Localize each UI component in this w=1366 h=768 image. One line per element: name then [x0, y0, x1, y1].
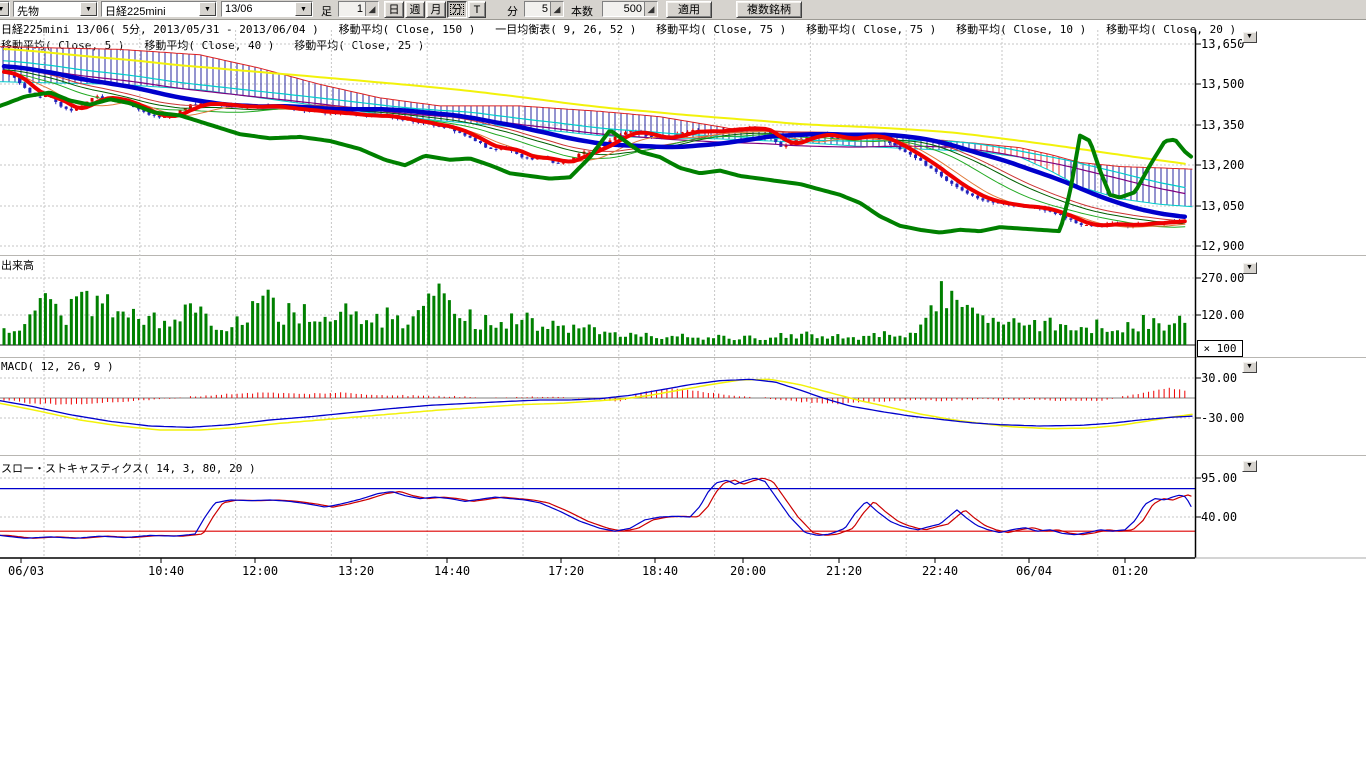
stochastics-panel	[0, 478, 1195, 538]
price-panel	[0, 47, 1192, 233]
axis-value-label: 13,650	[1201, 37, 1244, 51]
macd-panel-label: MACD( 12, 26, 9 )	[1, 360, 114, 373]
gridlines	[0, 30, 1195, 558]
volume-panel	[0, 281, 1195, 345]
macd-panel	[0, 379, 1195, 430]
time-tick-label: 12:00	[242, 564, 278, 578]
period-minute-button[interactable]: 分	[447, 1, 467, 18]
spin-icon[interactable]: ◢	[550, 2, 563, 16]
volume-multiplier-box: × 100	[1197, 340, 1243, 357]
axis-value-label: 12,900	[1201, 239, 1244, 253]
instrument-type-value: 先物	[14, 2, 80, 16]
period-month-button[interactable]: 月	[426, 1, 446, 18]
toolbar: ▼ 先物 ▼ 日経225mini ▼ 13/06 ▼ 足 1 ◢ 日 週 月 分…	[0, 0, 1366, 20]
bar-unit-spinner[interactable]: 1 ◢	[338, 1, 379, 17]
spin-icon[interactable]: ◢	[644, 2, 657, 16]
macd-pane-scroll-button[interactable]: ▼	[1242, 361, 1257, 373]
chart-legend-line1: 日経225mini 13/06( 5分, 2013/05/31 - 2013/0…	[1, 21, 1236, 37]
time-tick-label: 06/03	[8, 564, 44, 578]
symbol-value: 日経225mini	[102, 2, 199, 16]
time-tick-label: 01:20	[1112, 564, 1148, 578]
offscreen-combo-stub[interactable]: ▼	[0, 1, 10, 17]
time-tick-label: 10:40	[148, 564, 184, 578]
bar-count-label: 本数	[571, 3, 593, 19]
time-tick-label: 13:20	[338, 564, 374, 578]
chart-canvas	[0, 0, 1366, 768]
symbol-combo[interactable]: 日経225mini ▼	[101, 1, 217, 17]
bar-type-label: 足	[321, 3, 332, 19]
apply-button[interactable]: 適用	[666, 1, 712, 18]
minute-spinner[interactable]: 5 ◢	[524, 1, 564, 17]
axis-value-label: -30.00	[1201, 411, 1244, 425]
bar-count-spinner[interactable]: 500 ◢	[602, 1, 658, 17]
volume-pane-scroll-button[interactable]: ▼	[1242, 262, 1257, 274]
time-tick-label: 21:20	[826, 564, 862, 578]
time-tick-label: 22:40	[922, 564, 958, 578]
period-day-button[interactable]: 日	[384, 1, 404, 18]
axis-value-label: 13,350	[1201, 118, 1244, 132]
contract-month-value: 13/06	[222, 2, 295, 16]
period-tick-button[interactable]: T	[468, 1, 486, 18]
axis-value-label: 13,050	[1201, 199, 1244, 213]
time-tick-label: 20:00	[730, 564, 766, 578]
volume-panel-label: 出来高	[1, 257, 34, 273]
time-tick-label: 17:20	[548, 564, 584, 578]
axis-value-label: 30.00	[1201, 371, 1237, 385]
axis-value-label: 13,500	[1201, 77, 1244, 91]
axis-value-label: 270.00	[1201, 271, 1244, 285]
minute-label: 分	[507, 3, 518, 19]
time-tick-label: 06/04	[1016, 564, 1052, 578]
app-window: ▼ 先物 ▼ 日経225mini ▼ 13/06 ▼ 足 1 ◢ 日 週 月 分…	[0, 0, 1366, 768]
ichimoku-cloud	[0, 47, 1192, 207]
contract-month-combo[interactable]: 13/06 ▼	[221, 1, 313, 17]
axis-value-label: 40.00	[1201, 510, 1237, 524]
price-pane-scroll-button[interactable]: ▼	[1242, 31, 1257, 43]
stoch-panel-label: スロー・ストキャスティクス( 14, 3, 80, 20 )	[1, 460, 256, 476]
period-week-button[interactable]: 週	[405, 1, 425, 18]
instrument-type-combo[interactable]: 先物 ▼	[13, 1, 98, 17]
spin-icon[interactable]: ◢	[365, 2, 378, 16]
time-tick-label: 14:40	[434, 564, 470, 578]
axes	[0, 30, 1366, 563]
multi-symbol-button[interactable]: 複数銘柄	[736, 1, 802, 18]
axis-value-label: 95.00	[1201, 471, 1237, 485]
time-tick-label: 18:40	[642, 564, 678, 578]
dropdown-arrow-icon: ▼	[0, 2, 9, 16]
dropdown-arrow-icon[interactable]: ▼	[199, 2, 216, 16]
axis-value-label: 120.00	[1201, 308, 1244, 322]
dropdown-arrow-icon[interactable]: ▼	[295, 2, 312, 16]
stoch-pane-scroll-button[interactable]: ▼	[1242, 460, 1257, 472]
axis-value-label: 13,200	[1201, 158, 1244, 172]
dropdown-arrow-icon[interactable]: ▼	[80, 2, 97, 16]
